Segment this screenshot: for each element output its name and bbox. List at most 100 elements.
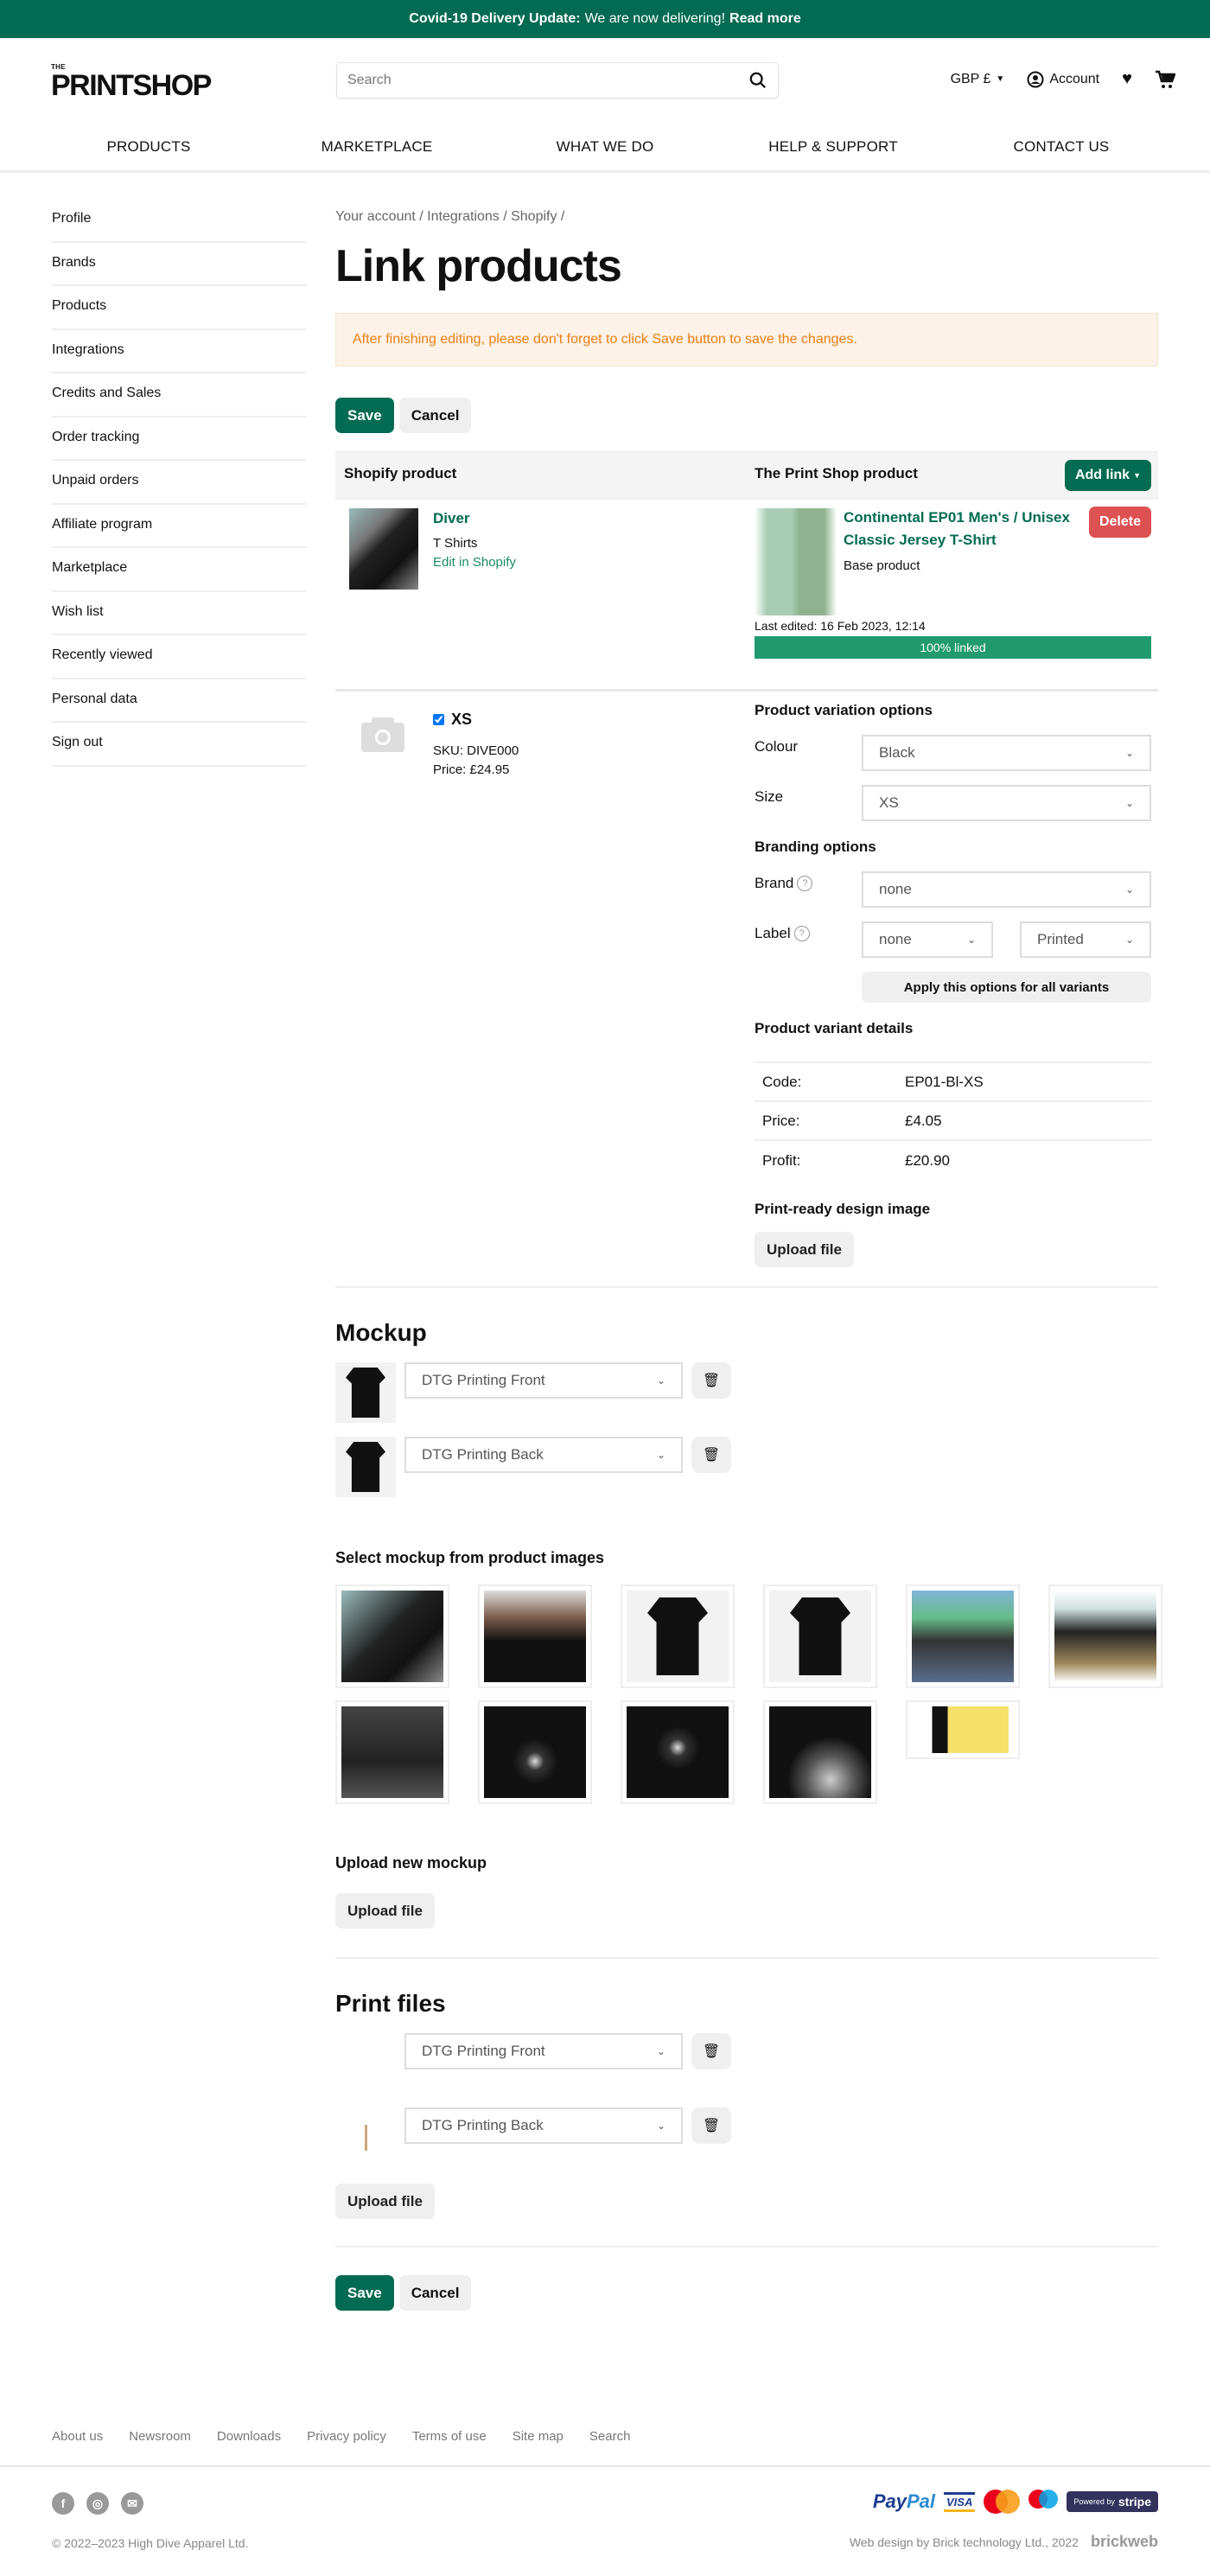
chevron-down-icon: ⌄ xyxy=(656,1374,666,1387)
cancel-button-bottom[interactable]: Cancel xyxy=(398,2275,472,2311)
sidebar-item-personal-data[interactable]: Personal data xyxy=(52,679,307,723)
print-file-select[interactable]: DTG Printing Back ⌄ xyxy=(404,2107,683,2144)
banner-read-more-link[interactable]: Read more xyxy=(729,11,801,27)
save-button-bottom[interactable]: Save xyxy=(335,2275,394,2311)
label-type-select[interactable]: Printed ⌄ xyxy=(1020,921,1151,958)
product-image-option[interactable] xyxy=(763,1700,877,1804)
footer-link-terms[interactable]: Terms of use xyxy=(412,2429,487,2444)
help-icon[interactable]: ? xyxy=(797,876,813,891)
breadcrumb[interactable]: Your account / Integrations / Shopify / xyxy=(335,209,1158,225)
delete-print-file-button[interactable]: 🗑 xyxy=(691,2033,731,2069)
product-image-option[interactable] xyxy=(335,1700,449,1804)
print-file-row: DTG Printing Back ⌄ 🗑 xyxy=(335,2107,1158,2182)
size-label: Size xyxy=(755,788,784,805)
label-select[interactable]: none ⌄ xyxy=(862,921,993,958)
instagram-icon[interactable]: ◎ xyxy=(86,2492,109,2515)
cart-icon[interactable] xyxy=(1155,70,1175,89)
apply-all-variants-button[interactable]: Apply this options for all variants xyxy=(862,972,1151,1003)
search-input[interactable] xyxy=(347,73,748,88)
camera-placeholder-icon xyxy=(361,717,404,752)
shopify-product-name[interactable]: Diver xyxy=(433,510,470,527)
nav-help-support[interactable]: HELP & SUPPORT xyxy=(719,138,947,156)
delete-mockup-button[interactable]: 🗑 xyxy=(691,1362,731,1399)
trash-icon: 🗑 xyxy=(702,1448,721,1463)
product-image-option[interactable] xyxy=(478,1584,592,1688)
footer-link-privacy[interactable]: Privacy policy xyxy=(307,2429,386,2444)
facebook-icon[interactable]: f xyxy=(52,2492,74,2515)
logo-main: PRINTSHOP xyxy=(51,69,212,102)
product-image-option[interactable] xyxy=(621,1584,735,1688)
sidebar-item-order-tracking[interactable]: Order tracking xyxy=(52,418,307,461)
help-icon[interactable]: ? xyxy=(793,926,810,941)
table-row: Profit: £20.90 xyxy=(755,1141,1151,1180)
nav-products[interactable]: PRODUCTS xyxy=(35,138,263,156)
heart-icon[interactable]: ♥ xyxy=(1122,69,1132,89)
cancel-button[interactable]: Cancel xyxy=(398,398,472,433)
product-image-option[interactable] xyxy=(906,1700,1020,1759)
logo[interactable]: THE PRINTSHOP xyxy=(51,64,212,102)
product-image-option[interactable] xyxy=(906,1584,1020,1688)
product-image-option[interactable] xyxy=(621,1700,735,1804)
product-image-option[interactable] xyxy=(1048,1584,1162,1688)
last-edited: Last edited: 16 Feb 2023, 12:14 xyxy=(755,619,926,633)
print-file-row: DTG Printing Front ⌄ 🗑 xyxy=(335,2033,1158,2107)
upload-print-file-button[interactable]: Upload file xyxy=(335,2184,435,2219)
web-design-credit[interactable]: Web design by Brick technology Ltd., 202… xyxy=(850,2535,1079,2549)
sidebar-item-profile[interactable]: Profile xyxy=(52,199,307,243)
chevron-down-icon: ⌄ xyxy=(656,1449,666,1461)
product-image-option[interactable] xyxy=(335,1584,449,1688)
account-link[interactable]: Account xyxy=(1027,71,1099,88)
delete-button[interactable]: Delete xyxy=(1088,507,1151,538)
sidebar-item-wish-list[interactable]: Wish list xyxy=(52,592,307,635)
product-image-option[interactable] xyxy=(763,1584,877,1688)
variant-checkbox-label[interactable]: XS xyxy=(433,711,472,729)
sidebar-item-marketplace[interactable]: Marketplace xyxy=(52,548,307,592)
col-printshop-product: The Print Shop product xyxy=(755,465,918,481)
sidebar-item-products[interactable]: Products xyxy=(52,286,307,330)
variant-checkbox[interactable] xyxy=(433,714,444,725)
page-title: Link products xyxy=(335,241,622,291)
size-select[interactable]: XS ⌄ xyxy=(862,785,1151,821)
label-type-value: Printed xyxy=(1037,931,1084,947)
table-row: Code: EP01-Bl-XS xyxy=(755,1063,1151,1102)
footer-link-about[interactable]: About us xyxy=(52,2429,103,2444)
footer-link-sitemap[interactable]: Site map xyxy=(513,2429,564,2444)
delete-mockup-button[interactable]: 🗑 xyxy=(691,1437,731,1473)
footer-link-downloads[interactable]: Downloads xyxy=(217,2429,281,2444)
printshop-product-name[interactable]: Continental EP01 Men's / Unisex Classic … xyxy=(844,507,1077,552)
upload-design-button[interactable]: Upload file xyxy=(755,1232,854,1267)
email-icon[interactable]: ✉ xyxy=(121,2492,143,2515)
nav-marketplace[interactable]: MARKETPLACE xyxy=(263,138,491,156)
brand-value: none xyxy=(879,881,912,897)
sidebar-item-unpaid-orders[interactable]: Unpaid orders xyxy=(52,461,307,505)
product-image-option[interactable] xyxy=(478,1700,592,1804)
nav-what-we-do[interactable]: WHAT WE DO xyxy=(491,138,719,156)
mockup-select[interactable]: DTG Printing Back ⌄ xyxy=(404,1437,683,1473)
sidebar-item-affiliate-program[interactable]: Affiliate program xyxy=(52,505,307,548)
brickweb-logo[interactable]: brickweb xyxy=(1091,2533,1158,2551)
sidebar-item-credits-sales[interactable]: Credits and Sales xyxy=(52,373,307,418)
colour-select[interactable]: Black ⌄ xyxy=(862,735,1151,771)
nav-contact-us[interactable]: CONTACT US xyxy=(947,138,1175,156)
footer-link-search[interactable]: Search xyxy=(589,2429,631,2444)
sidebar-item-recently-viewed[interactable]: Recently viewed xyxy=(52,635,307,679)
save-button[interactable]: Save xyxy=(335,398,394,433)
currency-selector[interactable]: GBP £ ▼ xyxy=(951,72,1005,87)
base-product-label: Base product xyxy=(844,558,920,573)
variant-price: Price: £24.95 xyxy=(433,762,510,777)
upload-mockup-button[interactable]: Upload file xyxy=(335,1893,435,1929)
save-reminder-alert: After finishing editing, please don't fo… xyxy=(335,313,1158,367)
delete-print-file-button[interactable]: 🗑 xyxy=(691,2107,731,2144)
sidebar-item-sign-out[interactable]: Sign out xyxy=(52,723,307,767)
brand-select[interactable]: none ⌄ xyxy=(862,871,1151,908)
add-link-button[interactable]: Add link ▼ xyxy=(1064,460,1151,491)
edit-in-shopify-link[interactable]: Edit in Shopify xyxy=(433,555,516,570)
upload-mockup-heading: Upload new mockup xyxy=(335,1854,487,1871)
print-file-select[interactable]: DTG Printing Front ⌄ xyxy=(404,2033,683,2069)
search-icon[interactable] xyxy=(748,71,767,90)
footer-link-newsroom[interactable]: Newsroom xyxy=(129,2429,191,2444)
variation-options-heading: Product variation options xyxy=(755,702,933,718)
sidebar-item-brands[interactable]: Brands xyxy=(52,243,307,286)
mockup-select[interactable]: DTG Printing Front ⌄ xyxy=(404,1362,683,1399)
sidebar-item-integrations[interactable]: Integrations xyxy=(52,330,307,373)
